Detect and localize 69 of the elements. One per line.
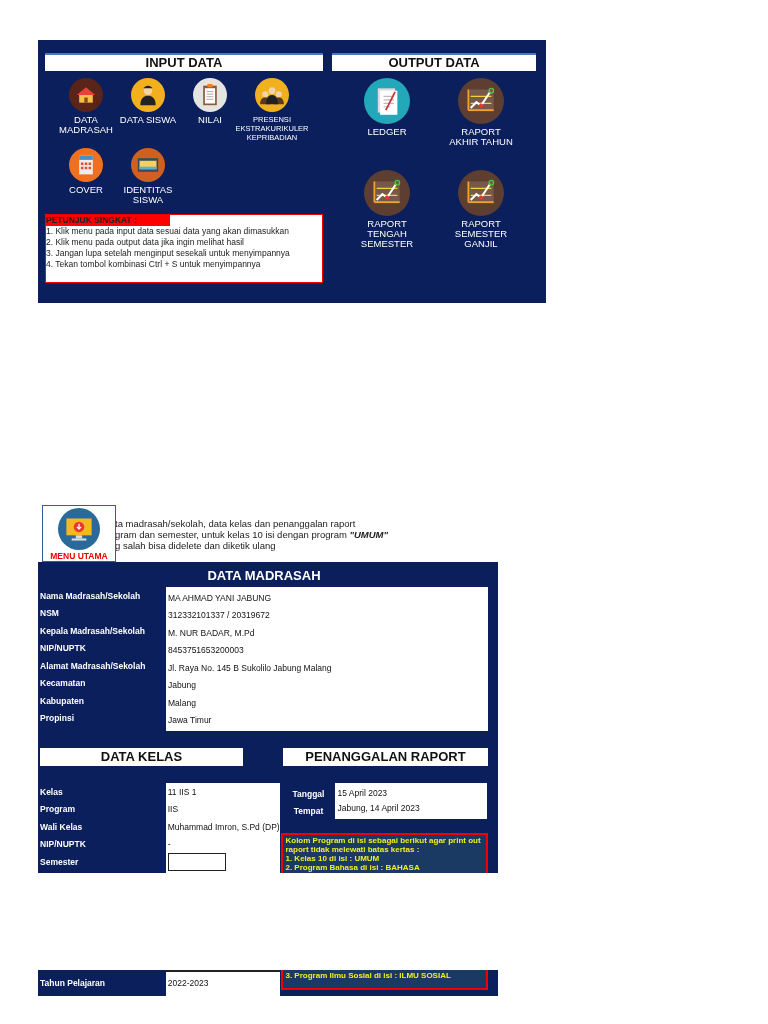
semester-field[interactable] xyxy=(167,853,226,871)
tips-title: PETUNJUK SINGKAT : xyxy=(46,215,170,226)
field-value[interactable]: Jl. Raya No. 145 B Sukolilo Jabung Malang xyxy=(166,659,488,677)
note-text: Kolom Program di isi sebagai berikut agar print out raport tidak melewati batas kertas : xyxy=(285,836,482,854)
section-title: DATA MADRASAH xyxy=(206,567,322,585)
note-text: 2. Program Bahasa di isi : BAHASA xyxy=(285,863,421,872)
field-label: NSM xyxy=(40,607,60,621)
card-icon[interactable] xyxy=(131,148,165,182)
field-label: Semester xyxy=(40,855,80,869)
field-value[interactable]: 11 IIS 1 xyxy=(165,783,281,801)
note-text: 1. Kelas 10 di isi : UMUM xyxy=(285,854,381,863)
menu-label[interactable]: COVER xyxy=(69,185,103,195)
chart-icon[interactable] xyxy=(364,170,410,216)
chart-icon[interactable] xyxy=(458,78,504,124)
field-label: Alamat Madrasah/Sekolah xyxy=(40,659,147,673)
field-label: Kepala Madrasah/Sekolah xyxy=(40,624,146,638)
monitor-icon xyxy=(58,508,100,550)
instruction-text: ta madrasah/sekolah, data kelas dan penanggalan raport xyxy=(115,518,357,529)
tip-text: 3. Jangan lupa setelah menginput sesekali untuk menyimpannya xyxy=(46,248,291,259)
main-menu-button[interactable]: MENU UTAMA xyxy=(42,505,116,562)
menu-label[interactable]: LEDGER xyxy=(367,127,407,137)
section-header: PENANGGALAN RAPORT xyxy=(283,748,488,766)
field-value[interactable]: MA AHMAD YANI JABUNG xyxy=(166,589,488,607)
field-value[interactable]: 2022-2023 xyxy=(165,972,281,994)
menu-label[interactable]: DATA SISWA xyxy=(119,115,177,125)
field-label: Kelas xyxy=(40,785,64,799)
field-value[interactable]: Muhammad Imron, S.Pd (DP) xyxy=(165,818,281,836)
field-value[interactable]: 8453751653200003 xyxy=(166,641,488,659)
field-label: Program xyxy=(40,803,76,817)
person-icon[interactable] xyxy=(131,78,165,112)
menu-label[interactable]: RAPORT TENGAH SEMESTER xyxy=(352,219,422,249)
field-label: Nama Madrasah/Sekolah xyxy=(40,589,142,603)
calculator-icon[interactable] xyxy=(69,148,103,182)
field-value[interactable]: Jabung xyxy=(166,676,488,694)
tip-text: 1. Klik menu pada input data sesuai data yang akan dimasukkan xyxy=(46,226,290,237)
field-value[interactable]: 15 April 2023 xyxy=(335,785,488,801)
house-icon[interactable] xyxy=(69,78,103,112)
chart-icon[interactable] xyxy=(458,170,504,216)
document-icon[interactable] xyxy=(364,78,410,124)
menu-label[interactable]: DATA MADRASAH xyxy=(57,115,115,135)
menu-label[interactable]: IDENTITAS SISWA xyxy=(119,185,177,205)
field-value[interactable]: Malang xyxy=(166,694,488,712)
menu-label[interactable]: RAPORT AKHIR TAHUN xyxy=(446,127,516,147)
field-label: Kecamatan xyxy=(40,677,87,691)
people-icon[interactable] xyxy=(255,78,289,112)
field-label: Wali Kelas xyxy=(40,820,84,834)
field-label: Propinsi xyxy=(40,712,75,726)
field-label: NIP/NUPTK xyxy=(40,838,87,852)
field-label: Kabupaten xyxy=(40,694,85,708)
tip-text: 4. Tekan tombol kombinasi Ctrl + S untuk menyimpannya xyxy=(46,259,262,270)
field-label: Tahun Pelajaran xyxy=(40,977,107,990)
menu-label[interactable]: NILAI xyxy=(198,115,222,125)
instruction-text: gram dan semester, untuk kelas 10 isi dengan program "UMUM" xyxy=(115,529,389,540)
field-label: Tempat xyxy=(292,804,325,818)
field-value[interactable]: IIS xyxy=(165,800,281,818)
field-value[interactable]: Jawa Timur xyxy=(166,711,488,729)
section-header: INPUT DATA xyxy=(45,53,323,71)
clipboard-icon[interactable] xyxy=(193,78,227,112)
section-header: OUTPUT DATA xyxy=(332,53,536,71)
field-value[interactable]: - xyxy=(165,835,281,853)
field-label: Tanggal xyxy=(291,787,326,801)
field-value[interactable]: 312332101337 / 20319672 xyxy=(166,606,488,624)
tip-text: 2. Klik menu pada output data jika ingin melihat hasil xyxy=(46,237,245,248)
field-label: NIP/NUPTK xyxy=(40,642,87,656)
field-value[interactable]: M. NUR BADAR, M.Pd xyxy=(166,624,488,642)
field-value[interactable]: Jabung, 14 April 2023 xyxy=(335,800,488,816)
section-header: DATA KELAS xyxy=(40,748,243,766)
note-text: 3. Program Ilmu Sosial di isi : ILMU SOSIAL xyxy=(285,971,452,980)
menu-label[interactable]: RAPORT SEMESTER GANJIL xyxy=(446,219,516,249)
